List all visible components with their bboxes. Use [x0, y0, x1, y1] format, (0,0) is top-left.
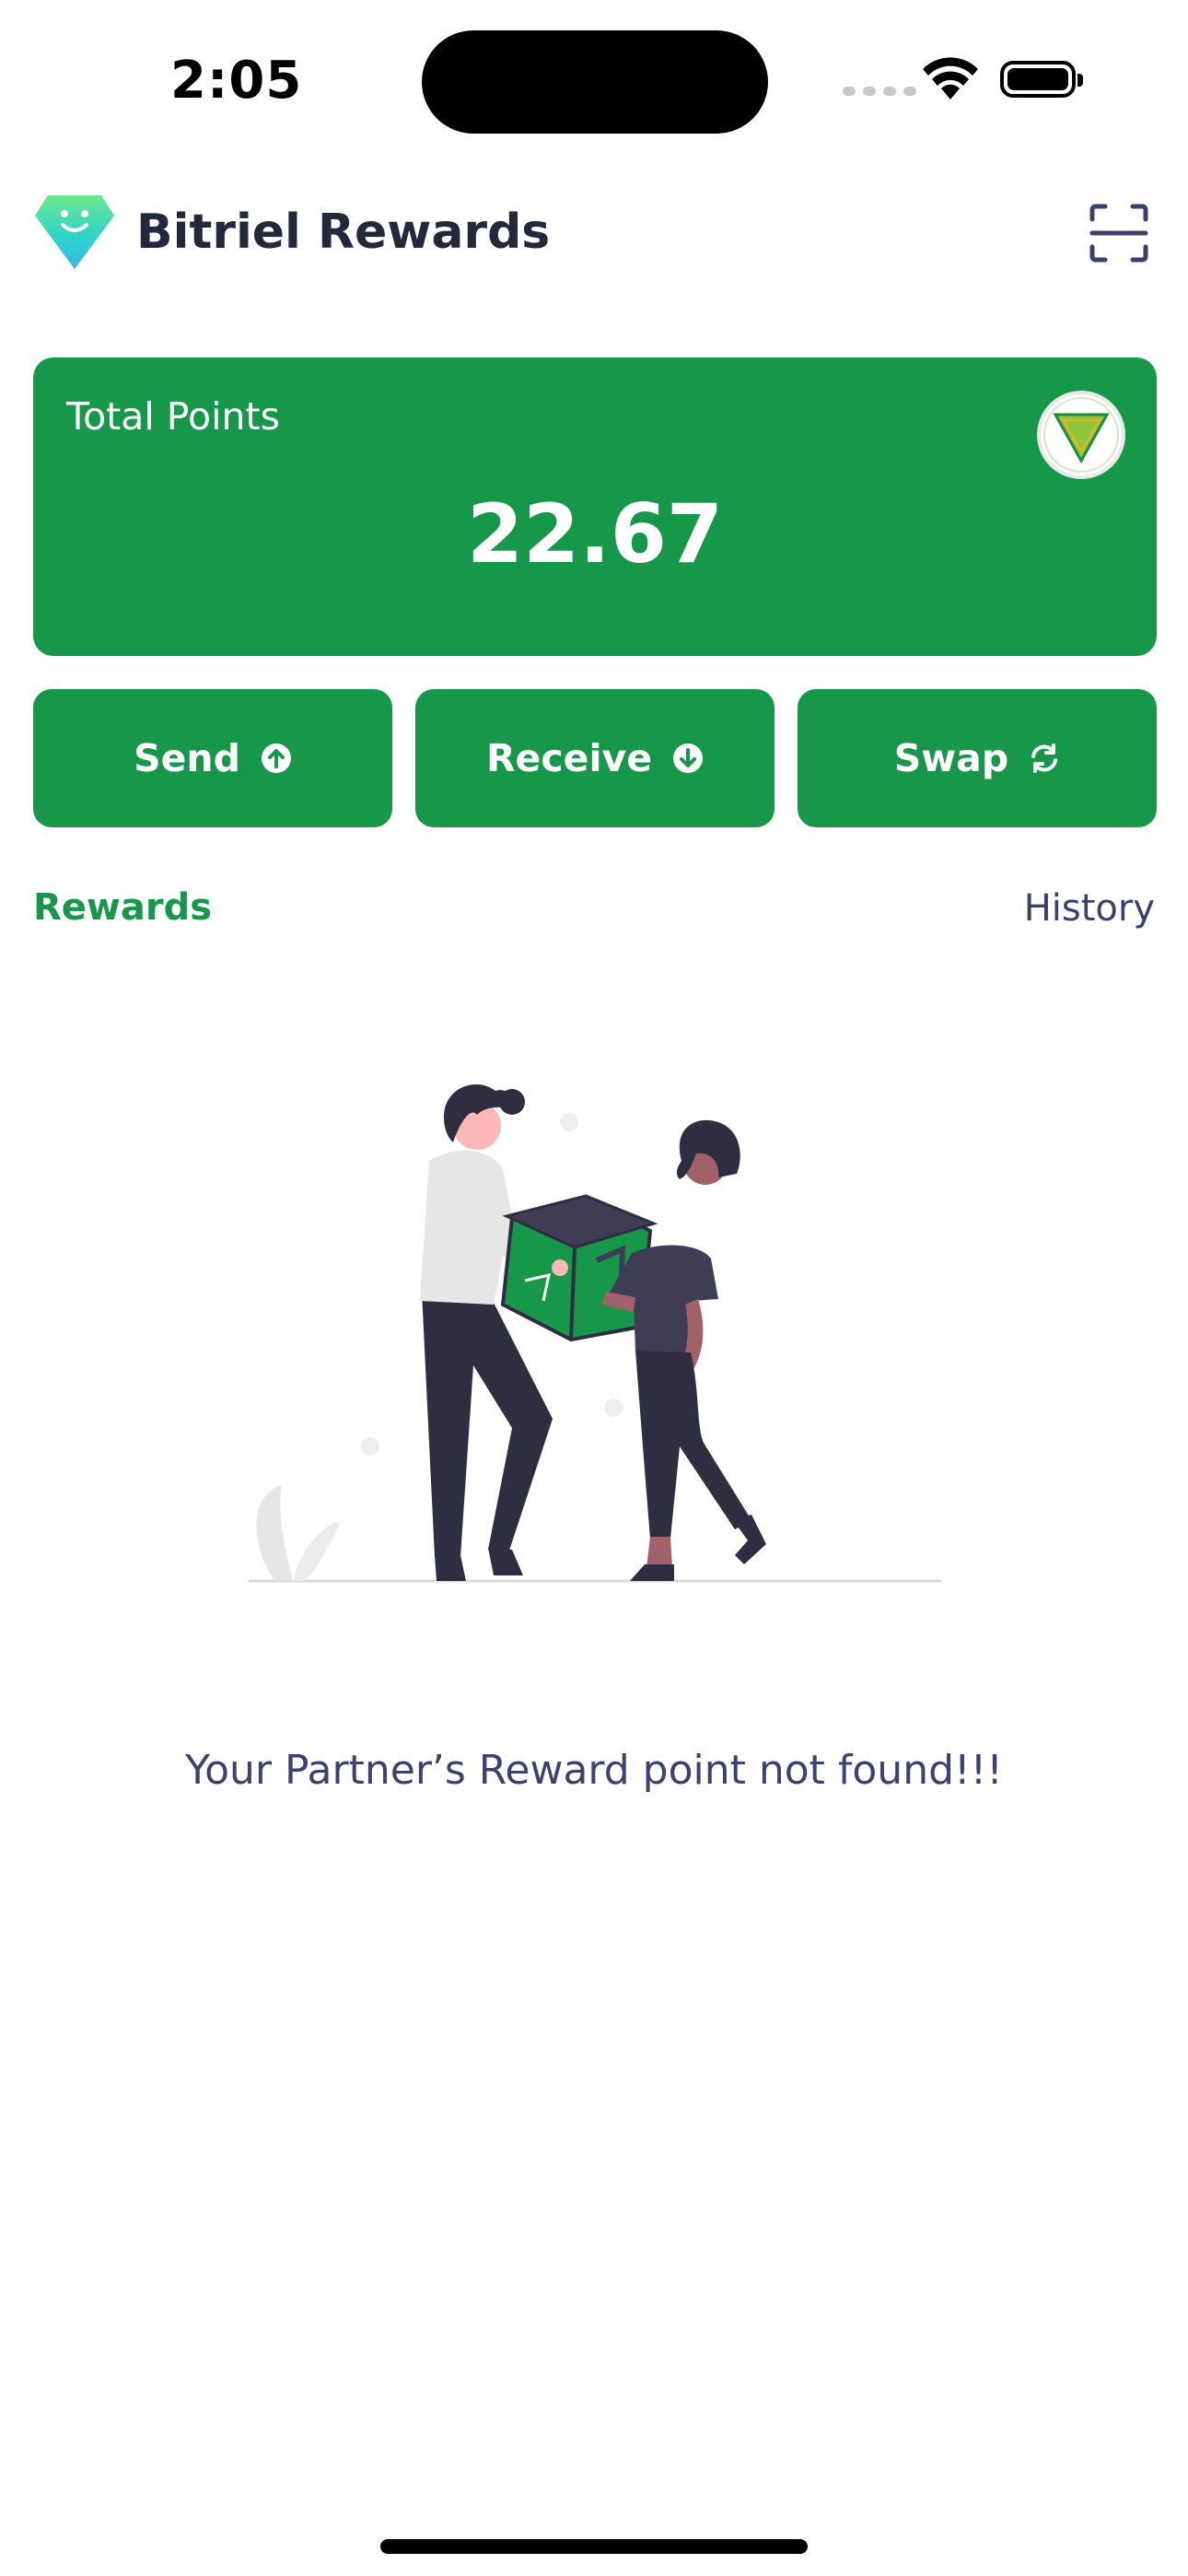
- refresh-icon: [1029, 743, 1060, 774]
- tab-history[interactable]: History: [1024, 887, 1155, 930]
- signal-icon: [843, 87, 916, 96]
- swap-button[interactable]: Swap: [798, 689, 1157, 827]
- total-points-value: 22.67: [466, 486, 724, 581]
- arrow-down-circle-icon: [672, 743, 704, 774]
- app-title: Bitriel Rewards: [136, 205, 551, 260]
- wifi-icon: [921, 57, 980, 105]
- status-time: 2:05: [170, 51, 303, 111]
- receive-button[interactable]: Receive: [415, 689, 775, 827]
- send-label: Send: [134, 736, 240, 780]
- total-points-card: Total Points 22.67: [33, 357, 1157, 656]
- smart-vip-icon[interactable]: [1037, 391, 1125, 479]
- gift-exchange-illustration: [239, 1060, 958, 1598]
- arrow-up-circle-icon: [261, 743, 292, 774]
- tab-rewards[interactable]: Rewards: [33, 886, 212, 929]
- send-button[interactable]: Send: [33, 689, 392, 827]
- empty-state-message: Your Partner’s Reward point not found!!!: [185, 1747, 1003, 1794]
- diamond-logo-icon: [35, 192, 114, 275]
- scan-icon[interactable]: [1089, 203, 1149, 267]
- home-indicator[interactable]: [380, 2539, 808, 2554]
- total-points-label: Total Points: [66, 394, 280, 439]
- swap-label: Swap: [893, 736, 1009, 780]
- battery-icon: [1000, 61, 1083, 98]
- dynamic-island: [422, 30, 768, 134]
- receive-label: Receive: [485, 736, 653, 780]
